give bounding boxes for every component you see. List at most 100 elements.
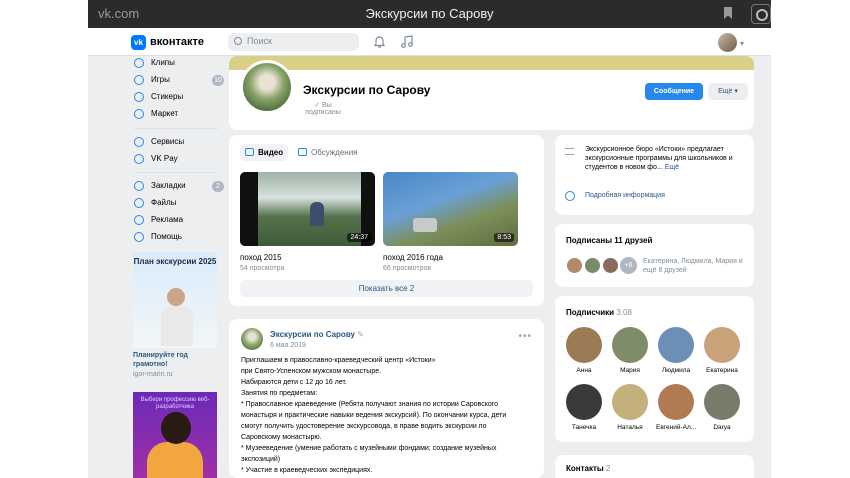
subscriber-name: Евгений-Ал... (656, 424, 696, 431)
subscriber-item[interactable]: Танечка (564, 384, 604, 431)
subscriber-item[interactable]: Екатерина (702, 327, 742, 374)
subscriber-name: Екатерина (706, 367, 738, 374)
friend-avatar[interactable] (566, 257, 583, 274)
subscriber-item[interactable]: Анна (564, 327, 604, 374)
post-author[interactable]: Экскурсии по Сарову ✎ (270, 330, 364, 339)
ad-image[interactable]: План экскурсии 2025 (133, 252, 217, 348)
search-input[interactable]: Поиск (228, 33, 359, 51)
sidebar-item-label: Помощь (151, 232, 182, 241)
friends-more-badge[interactable]: +8 (620, 257, 637, 274)
sidebar-item-games[interactable]: Игры 10 (128, 73, 224, 89)
video-thumbnail-1[interactable]: 24:37 (240, 172, 375, 246)
subscriber-item[interactable]: Наталья (610, 384, 650, 431)
chevron-down-icon[interactable]: ▾ (740, 39, 744, 48)
friends-subscribed-block[interactable]: Подписаны 11 друзей +8 Екатерина, Людмил… (555, 224, 754, 287)
subscribers-block: Подписчики 3.08 Анна Мария Людмила Екате… (555, 296, 754, 442)
group-name: Экскурсии по Сарову (303, 83, 431, 97)
tab-videos[interactable]: Видео (240, 144, 289, 161)
show-all-videos-button[interactable]: Показать все 2 (240, 280, 533, 297)
browser-search-icon[interactable] (751, 4, 771, 24)
browser-titlebar: vk.com Экскурсии по Сарову (88, 0, 771, 28)
friend-avatar[interactable] (602, 257, 619, 274)
ad2-person-head (161, 412, 191, 444)
post-author-avatar[interactable] (241, 328, 263, 350)
post-text-line: монастыря и практические навыки ведения … (241, 412, 507, 419)
vk-logo-icon[interactable]: vk (131, 35, 146, 50)
thumb-figure (310, 202, 324, 226)
about-block: Экскурсионное бюро «Истоки» предлагает э… (555, 135, 754, 215)
subscriber-name: Darya (713, 424, 731, 431)
subscriber-item[interactable]: Darya (702, 384, 742, 431)
info-icon (565, 191, 575, 201)
tab-discussions-label: Обсуждения (311, 148, 358, 157)
services-icon (134, 137, 144, 147)
friends-title: Подписаны 11 друзей (566, 236, 653, 245)
video-title[interactable]: поход 2015 (240, 253, 282, 262)
cover-band (229, 56, 754, 70)
post-text-line: * Музееведение (умение работать с музейн… (241, 445, 497, 452)
message-button[interactable]: Сообщение (645, 83, 703, 100)
divider (134, 172, 218, 173)
subscriber-avatar (704, 327, 740, 363)
ad-person-body (161, 306, 193, 346)
sidebar-ad-banner[interactable]: План экскурсии 2025 Планируйте год грамо… (133, 252, 217, 378)
subscribed-status[interactable]: ✓ Вы подписаны (303, 101, 343, 116)
ad-title: План экскурсии 2025 (133, 257, 217, 266)
bell-icon[interactable] (374, 36, 385, 48)
sidebar-item-ads[interactable]: Реклама (128, 213, 224, 229)
friend-avatar[interactable] (584, 257, 601, 274)
logo-text[interactable]: вконтакте (150, 36, 204, 48)
post-menu-icon[interactable]: ••• (518, 331, 532, 342)
sidebar-item-vkpay[interactable]: VK Pay (128, 152, 224, 168)
post-text-line: при Свято-Успенском мужском монастыре. (241, 368, 382, 375)
sidebar-ad-banner-2[interactable]: Выбери профессию веб-разработчика (133, 392, 217, 478)
detailed-info-link[interactable]: Подробная информация (585, 192, 665, 199)
subscriber-item[interactable]: Мария (610, 327, 650, 374)
help-icon (134, 232, 144, 242)
video-title[interactable]: поход 2016 года (383, 253, 443, 262)
group-avatar[interactable] (240, 60, 294, 114)
sidebar-item-label: Файлы (151, 198, 177, 207)
contacts-count: 2 (605, 464, 611, 473)
counter-badge: 2 (212, 181, 224, 192)
sidebar-item-help[interactable]: Помощь (128, 230, 224, 246)
ad2-title: Выбери профессию веб-разработчика (140, 397, 210, 410)
ad-person-head (167, 288, 185, 306)
contacts-block[interactable]: Контакты 2 (555, 455, 754, 478)
post-date[interactable]: 6 мая 2019 (270, 342, 306, 349)
videos-block: Видео Обсуждения 24:37 8:53 поход 2015 5… (229, 135, 544, 306)
subscriber-name: Танечка (571, 424, 597, 431)
sidebar-item-label: VK Pay (151, 154, 178, 163)
sidebar-item-clips[interactable]: Клипы (128, 56, 224, 72)
bookmarks-icon (134, 181, 144, 191)
ad-caption[interactable]: Планируйте год грамотно! (133, 351, 217, 369)
sidebar-item-label: Сервисы (151, 137, 185, 146)
sidebar-item-bookmarks[interactable]: Закладки 2 (128, 179, 224, 195)
subscriber-avatar (704, 384, 740, 420)
post-text-line: * Участие в краеведческих экспедициях. (241, 467, 373, 474)
video-views: 54 просмотра (240, 265, 285, 272)
music-icon[interactable] (401, 35, 413, 48)
about-more-link[interactable]: Ещё (665, 164, 679, 171)
subscriber-item[interactable]: Людмила (656, 327, 696, 374)
tab-discussions[interactable]: Обсуждения (293, 144, 363, 161)
subscriber-avatar (612, 327, 648, 363)
divider (134, 128, 218, 129)
about-text: Экскурсионное бюро «Истоки» предлагает э… (585, 145, 747, 172)
more-button[interactable]: Ещё ▾ (708, 83, 748, 100)
post-text-line: * Православное краеведение (Ребята получ… (241, 401, 499, 408)
files-icon (134, 198, 144, 208)
user-avatar[interactable] (718, 33, 737, 52)
sidebar-item-label: Стикеры (151, 92, 184, 101)
subscribers-title[interactable]: Подписчики 3.08 (566, 308, 632, 317)
ad2-person-body (147, 442, 203, 478)
subscriber-item[interactable]: Евгений-Ал... (656, 384, 696, 431)
stickers-icon (134, 92, 144, 102)
sidebar-item-files[interactable]: Файлы (128, 196, 224, 212)
sidebar-item-services[interactable]: Сервисы (128, 135, 224, 151)
video-thumbnail-2[interactable]: 8:53 (383, 172, 518, 246)
sidebar-item-label: Маркет (151, 109, 179, 118)
sidebar-item-label: Закладки (151, 181, 186, 190)
sidebar-item-stickers[interactable]: Стикеры (128, 90, 224, 106)
sidebar-item-market[interactable]: Маркет (128, 107, 224, 123)
